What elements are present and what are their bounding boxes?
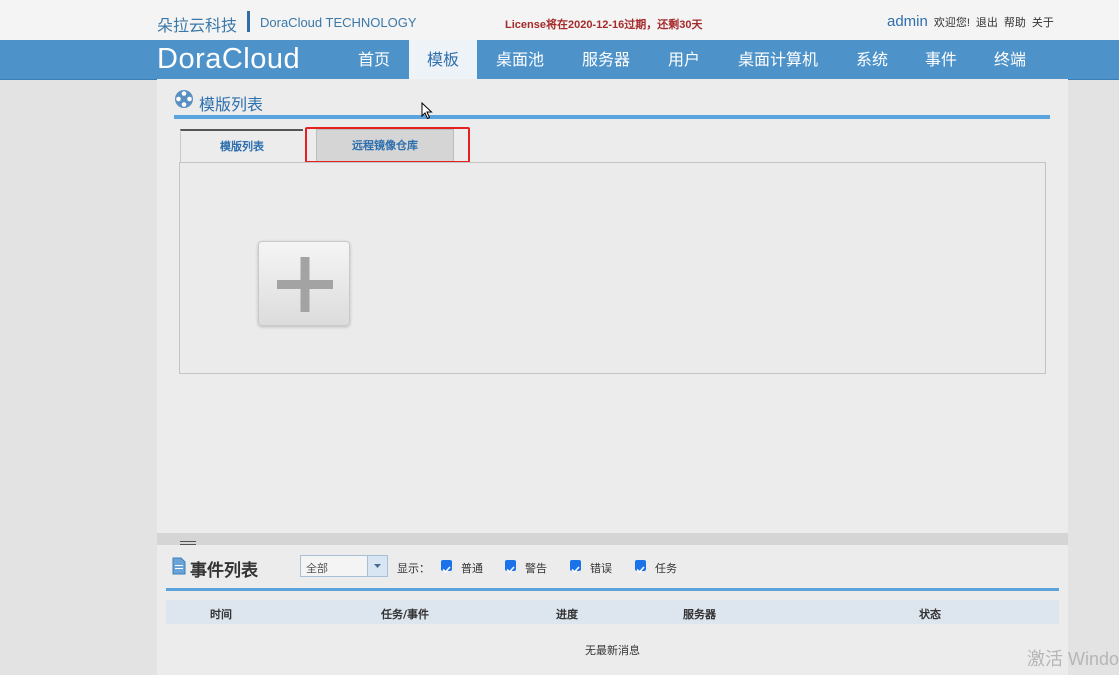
document-icon <box>172 557 186 579</box>
nav-item-desktop-computers[interactable]: 桌面计算机 <box>722 40 834 79</box>
checkbox-label-normal: 普通 <box>461 562 483 575</box>
nav-item-terminals[interactable]: 终端 <box>979 40 1041 79</box>
nav-item-desktop-pools[interactable]: 桌面池 <box>481 40 559 79</box>
user-area: admin 欢迎您! 退出 帮助 关于 <box>887 13 1054 30</box>
checkbox-label-error: 错误 <box>590 562 612 575</box>
events-title: 事件列表 <box>190 561 258 581</box>
user-name[interactable]: admin <box>887 13 928 30</box>
film-reel-icon <box>174 89 194 113</box>
checkbox-normal[interactable] <box>441 560 452 574</box>
checkbox-warning[interactable] <box>505 560 516 574</box>
nav-item-home[interactable]: 首页 <box>343 40 405 79</box>
column-header-server: 服务器 <box>683 608 716 621</box>
nav-item-events[interactable]: 事件 <box>910 40 972 79</box>
chevron-down-icon[interactable] <box>367 556 387 576</box>
nav-item-system[interactable]: 系统 <box>841 40 903 79</box>
logout-link[interactable]: 退出 <box>976 17 998 29</box>
column-header-time: 时间 <box>210 608 232 621</box>
events-underline <box>166 588 1059 591</box>
panel-splitter[interactable] <box>157 533 1068 545</box>
tab-template-list[interactable]: 模版列表 <box>180 129 303 162</box>
brand-name-en: DoraCloud TECHNOLOGY <box>260 15 417 30</box>
add-template-button[interactable] <box>258 241 350 326</box>
event-filter-select[interactable]: 全部 <box>300 555 388 577</box>
page-title: 模版列表 <box>199 95 264 114</box>
mouse-cursor-icon <box>421 101 433 124</box>
nav-item-users[interactable]: 用户 <box>653 40 715 79</box>
checkbox-task[interactable] <box>635 560 646 574</box>
checkbox-label-warning: 警告 <box>525 562 547 575</box>
license-notice: License将在2020-12-16过期，还剩30天 <box>505 19 703 31</box>
highlight-box <box>305 127 470 163</box>
plus-icon <box>277 257 333 312</box>
help-link[interactable]: 帮助 <box>1004 17 1026 29</box>
windows-activation-watermark: 激活 Windo <box>1027 649 1119 669</box>
nav-item-servers[interactable]: 服务器 <box>567 40 645 79</box>
title-underline <box>174 115 1050 119</box>
checkbox-error[interactable] <box>570 560 581 574</box>
welcome-text: 欢迎您! <box>933 17 970 29</box>
show-label: 显示： <box>397 562 430 575</box>
column-header-task-event: 任务/事件 <box>381 608 430 621</box>
column-header-progress: 进度 <box>556 608 578 621</box>
brand-divider <box>247 11 250 32</box>
filter-value: 全部 <box>306 562 328 575</box>
logo: DoraCloud <box>157 43 301 75</box>
column-header-status: 状态 <box>919 608 941 621</box>
about-link[interactable]: 关于 <box>1032 17 1054 29</box>
empty-events-message: 无最新消息 <box>585 644 640 657</box>
checkbox-label-task: 任务 <box>655 562 677 575</box>
nav-item-templates[interactable]: 模板 <box>409 40 477 79</box>
brand-name-cn: 朵拉云科技 <box>157 16 238 35</box>
